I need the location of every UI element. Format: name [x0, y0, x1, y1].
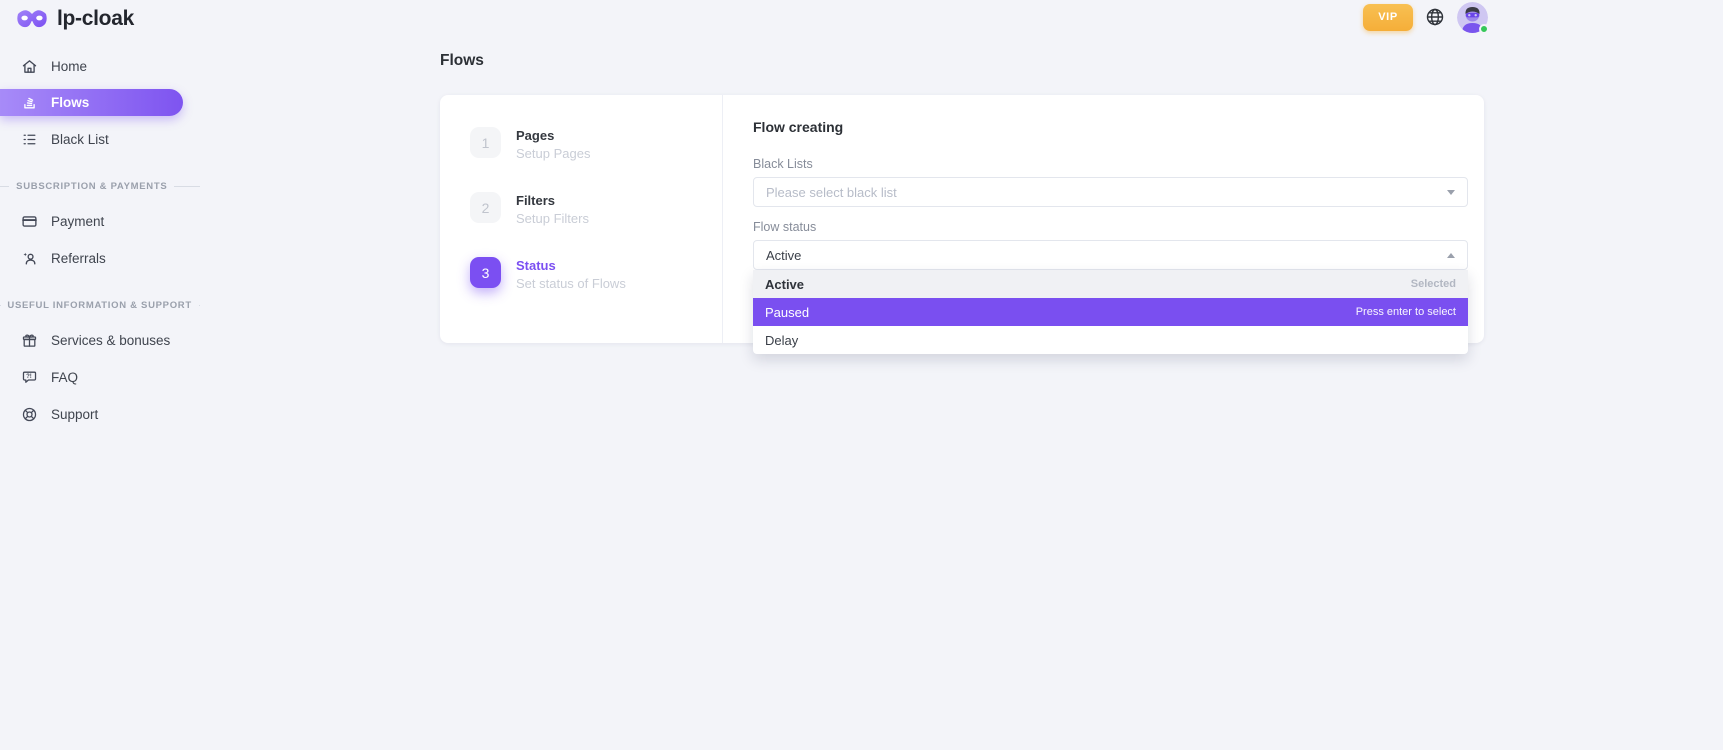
- svg-text:?!: ?!: [26, 374, 32, 380]
- flow-form: Flow creating Black Lists Please select …: [722, 95, 1484, 343]
- option-hint: Press enter to select: [1356, 306, 1456, 318]
- step-number-badge: 3: [470, 257, 501, 288]
- form-title: Flow creating: [753, 119, 1468, 135]
- topbar-actions: VIP: [1363, 2, 1488, 32]
- steps-column: 1 Pages Setup Pages 2 Filters Setup Filt…: [440, 95, 722, 343]
- black-lists-select[interactable]: Please select black list: [753, 177, 1468, 207]
- sidebar-item-black-list[interactable]: Black List: [0, 125, 200, 153]
- mask-logo-icon: [16, 8, 48, 31]
- faq-icon: ?!: [20, 369, 38, 386]
- step-filters[interactable]: 2 Filters Setup Filters: [470, 192, 722, 226]
- referrals-icon: [20, 250, 38, 267]
- sidebar-item-label: Home: [51, 59, 87, 74]
- sidebar-item-label: Payment: [51, 214, 104, 229]
- logo-text: lp-cloak: [57, 7, 134, 31]
- sidebar-section-support-info: USEFUL INFORMATION & SUPPORT: [0, 296, 200, 314]
- step-subtitle: Setup Pages: [516, 146, 590, 161]
- flow-status-select[interactable]: Active: [753, 240, 1468, 270]
- flow-status-value: Active: [766, 248, 801, 263]
- step-number-badge: 1: [470, 127, 501, 158]
- payment-icon: [20, 213, 38, 230]
- sidebar-item-label: Black List: [51, 132, 109, 147]
- sidebar-section-subscription: SUBSCRIPTION & PAYMENTS: [0, 177, 200, 195]
- chevron-up-icon: [1447, 253, 1455, 258]
- sidebar: Home Flows Black List SUBSCRIPTION & PAY…: [0, 52, 200, 437]
- online-status-dot: [1479, 24, 1489, 34]
- flow-creating-card: 1 Pages Setup Pages 2 Filters Setup Filt…: [440, 95, 1484, 343]
- dropdown-option-paused[interactable]: Paused Press enter to select: [753, 298, 1468, 326]
- dropdown-option-delay[interactable]: Delay: [753, 326, 1468, 354]
- step-title: Status: [516, 257, 626, 273]
- avatar[interactable]: [1457, 2, 1488, 33]
- step-title: Pages: [516, 127, 590, 143]
- step-title: Filters: [516, 192, 589, 208]
- flow-status-dropdown: Active Selected Paused Press enter to se…: [753, 270, 1468, 354]
- app-logo[interactable]: lp-cloak: [16, 7, 134, 31]
- sidebar-item-support[interactable]: Support: [0, 400, 200, 428]
- sidebar-item-label: FAQ: [51, 370, 78, 385]
- sidebar-item-payment[interactable]: Payment: [0, 207, 200, 235]
- step-subtitle: Setup Filters: [516, 211, 589, 226]
- sidebar-item-referrals[interactable]: Referrals: [0, 244, 200, 272]
- sidebar-item-label: Referrals: [51, 251, 106, 266]
- sidebar-item-services[interactable]: Services & bonuses: [0, 326, 200, 354]
- step-subtitle: Set status of Flows: [516, 276, 626, 291]
- sidebar-item-flows[interactable]: Flows: [0, 89, 183, 116]
- sidebar-item-label: Support: [51, 407, 98, 422]
- page-title: Flows: [440, 52, 484, 70]
- flows-icon: [20, 94, 38, 111]
- sidebar-item-label: Flows: [51, 95, 89, 110]
- step-number-badge: 2: [470, 192, 501, 223]
- flow-status-label: Flow status: [753, 220, 1468, 234]
- chevron-down-icon: [1447, 190, 1455, 195]
- dropdown-option-active[interactable]: Active Selected: [753, 270, 1468, 298]
- step-status[interactable]: 3 Status Set status of Flows: [470, 257, 722, 291]
- option-hint: Selected: [1411, 278, 1456, 290]
- home-icon: [20, 58, 38, 75]
- lifebuoy-icon: [20, 406, 38, 423]
- black-list-icon: [20, 131, 38, 148]
- gift-icon: [20, 332, 38, 349]
- globe-icon[interactable]: [1425, 7, 1445, 27]
- black-lists-placeholder: Please select black list: [766, 185, 897, 200]
- black-lists-label: Black Lists: [753, 157, 1468, 171]
- vip-button[interactable]: VIP: [1363, 4, 1413, 31]
- step-pages[interactable]: 1 Pages Setup Pages: [470, 127, 722, 161]
- sidebar-item-home[interactable]: Home: [0, 52, 200, 80]
- sidebar-item-faq[interactable]: ?! FAQ: [0, 363, 200, 391]
- sidebar-item-label: Services & bonuses: [51, 333, 170, 348]
